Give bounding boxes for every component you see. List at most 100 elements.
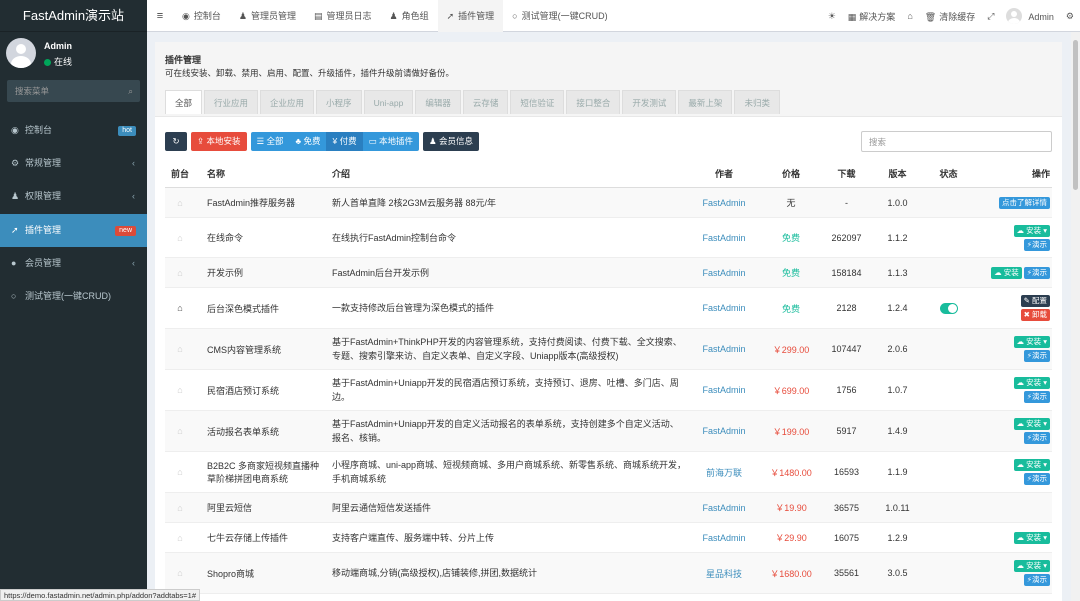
addon-author[interactable]: FastAdmin	[687, 303, 761, 313]
category-tab[interactable]: 接口整合	[566, 90, 621, 114]
sidebar-item-5[interactable]: ● 会员管理 ‹	[0, 247, 147, 280]
member-info-button[interactable]: ♟ 会员信息	[423, 132, 479, 151]
user-menu[interactable]: Admin	[1000, 8, 1060, 24]
addon-author[interactable]: 前海万联	[687, 466, 761, 479]
addon-author[interactable]: FastAdmin	[687, 503, 761, 513]
status-toggle[interactable]	[939, 302, 958, 314]
user-circle-icon: ●	[11, 258, 17, 268]
addon-author[interactable]: 星品科技	[687, 567, 761, 580]
install-button[interactable]: ☁ 安装 ▾	[1013, 224, 1050, 237]
home-icon[interactable]: ⌂	[177, 533, 182, 543]
addon-downloads: 2128	[821, 303, 872, 313]
category-tab[interactable]: 企业应用	[260, 90, 315, 114]
filter-paid-button[interactable]: ¥ 付费	[326, 132, 363, 151]
category-tab[interactable]: 全部	[165, 90, 203, 114]
tab-3[interactable]: ▤ 管理员日志	[305, 0, 381, 32]
demo-button[interactable]: ⚡演示	[1023, 238, 1050, 251]
category-tab[interactable]: 小程序	[316, 90, 362, 114]
search-input[interactable]	[861, 131, 1052, 152]
sidebar-search-placeholder: 搜索菜单	[15, 86, 50, 96]
scrollbar-thumb[interactable]	[1073, 40, 1078, 190]
sidebar-item-6[interactable]: ○ 测试管理(一键CRUD)	[0, 280, 147, 313]
category-tab[interactable]: 最新上架	[678, 90, 733, 114]
category-tab[interactable]: 行业应用	[204, 90, 259, 114]
tab-5[interactable]: ➚ 插件管理	[437, 0, 504, 32]
addon-author[interactable]: FastAdmin	[687, 385, 761, 395]
demo-button[interactable]: ⚡演示	[1023, 574, 1050, 586]
home-icon[interactable]: ⌂	[177, 344, 182, 354]
fullscreen-icon[interactable]: ⤢	[981, 11, 1000, 22]
category-tab[interactable]: 编辑器	[415, 90, 461, 114]
addon-author[interactable]: FastAdmin	[687, 198, 761, 208]
install-button[interactable]: ☁ 安装 ▾	[1013, 336, 1050, 348]
refresh-button[interactable]: ↻	[165, 132, 187, 151]
column-header[interactable]: 前台	[165, 167, 195, 180]
column-header[interactable]: 状态	[923, 167, 974, 180]
column-header[interactable]: 介绍	[322, 167, 687, 181]
frontend-cell: ⌂	[165, 344, 195, 354]
page-scrollbar[interactable]	[1071, 32, 1080, 601]
clear-cache-link[interactable]: 🗑 清除缓存	[919, 10, 981, 23]
column-header[interactable]: 操作	[974, 167, 1052, 180]
addon-author[interactable]: FastAdmin	[687, 268, 761, 278]
sidebar-search-input[interactable]: 搜索菜单 ⌕	[7, 80, 140, 102]
home-icon[interactable]: ⌂	[177, 385, 182, 395]
home-icon[interactable]: ⌂	[177, 568, 182, 578]
home-icon[interactable]: ⌂	[177, 503, 182, 513]
brand-logo[interactable]: FastAdmin演示站	[0, 0, 147, 32]
tab-2[interactable]: ♟ 管理员管理	[230, 0, 305, 32]
install-button[interactable]: ☁ 安装 ▾	[1013, 560, 1050, 572]
tab-4[interactable]: ♟ 角色组	[381, 0, 438, 32]
column-header[interactable]: 版本	[872, 167, 923, 180]
addon-author[interactable]: FastAdmin	[687, 426, 761, 436]
settings-gear-icon[interactable]: ⚙	[1060, 11, 1080, 22]
sidebar-toggle-icon[interactable]: ≡	[147, 0, 173, 32]
column-header[interactable]: 下载	[821, 167, 872, 180]
install-button[interactable]: ☁ 安装 ▾	[1013, 459, 1050, 471]
filter-all-button[interactable]: ☰ 全部	[250, 132, 290, 151]
install-button[interactable]: ☁ 安装	[991, 266, 1022, 279]
demo-button[interactable]: ⚡演示	[1023, 473, 1050, 485]
column-header[interactable]: 名称	[195, 167, 322, 180]
home-icon[interactable]: ⌂	[177, 233, 182, 243]
solution-link[interactable]: ▦ 解决方案	[842, 10, 902, 23]
column-header[interactable]: 作者	[687, 167, 761, 180]
tab-6[interactable]: ○ 测试管理(一键CRUD)	[503, 0, 616, 32]
category-tab[interactable]: 未归类	[734, 90, 780, 114]
install-button[interactable]: ☁ 安装 ▾	[1013, 377, 1050, 389]
demo-button[interactable]: ⚡演示	[1023, 266, 1050, 279]
category-tab[interactable]: 短信验证	[510, 90, 565, 114]
home-icon[interactable]: ⌂	[177, 426, 182, 436]
home-icon[interactable]: ⌂	[901, 11, 918, 21]
addon-author[interactable]: FastAdmin	[687, 344, 761, 354]
install-button[interactable]: ☁ 安装 ▾	[1013, 531, 1050, 544]
tab-1[interactable]: ◉ 控制台	[173, 0, 230, 32]
theme-sun-icon[interactable]: ☀	[822, 11, 842, 22]
category-tab[interactable]: 云存储	[462, 90, 509, 114]
category-tab[interactable]: Uni-app	[363, 90, 414, 114]
detail-button[interactable]: 点击了解详情	[999, 196, 1050, 209]
addon-price-text: ￥19.90	[775, 503, 807, 513]
home-icon[interactable]: ⌂	[177, 303, 182, 313]
home-icon[interactable]: ⌂	[177, 268, 182, 278]
sidebar-item-3[interactable]: ♟ 权限管理 ‹	[0, 180, 147, 213]
category-tab[interactable]: 开发测试	[622, 90, 677, 114]
filter-local-button[interactable]: ▭ 本地插件	[362, 132, 419, 151]
column-header[interactable]: 价格	[761, 167, 821, 180]
demo-button[interactable]: ⚡演示	[1023, 432, 1050, 444]
filter-free-button[interactable]: ♣ 免费	[289, 132, 327, 151]
home-icon[interactable]: ⌂	[177, 198, 182, 208]
install-button[interactable]: ☁ 安装 ▾	[1013, 418, 1050, 430]
sidebar-item-2[interactable]: ⚙ 常规管理 ‹	[0, 147, 147, 180]
sidebar-item-1[interactable]: ◉ 控制台 hot	[0, 114, 147, 147]
local-install-button[interactable]: ⇪ 本地安装	[191, 132, 247, 151]
home-icon[interactable]: ⌂	[177, 467, 182, 477]
sidebar-item-4[interactable]: ➚ 插件管理 new	[0, 214, 147, 247]
addon-author[interactable]: FastAdmin	[687, 533, 761, 543]
uninstall-button[interactable]: ✖ 卸载	[1020, 309, 1050, 321]
config-button[interactable]: ✎ 配置	[1020, 295, 1050, 307]
demo-button[interactable]: ⚡演示	[1023, 391, 1050, 403]
search-icon[interactable]: ⌕	[128, 80, 133, 102]
addon-author[interactable]: FastAdmin	[687, 233, 761, 243]
demo-button[interactable]: ⚡演示	[1023, 350, 1050, 362]
